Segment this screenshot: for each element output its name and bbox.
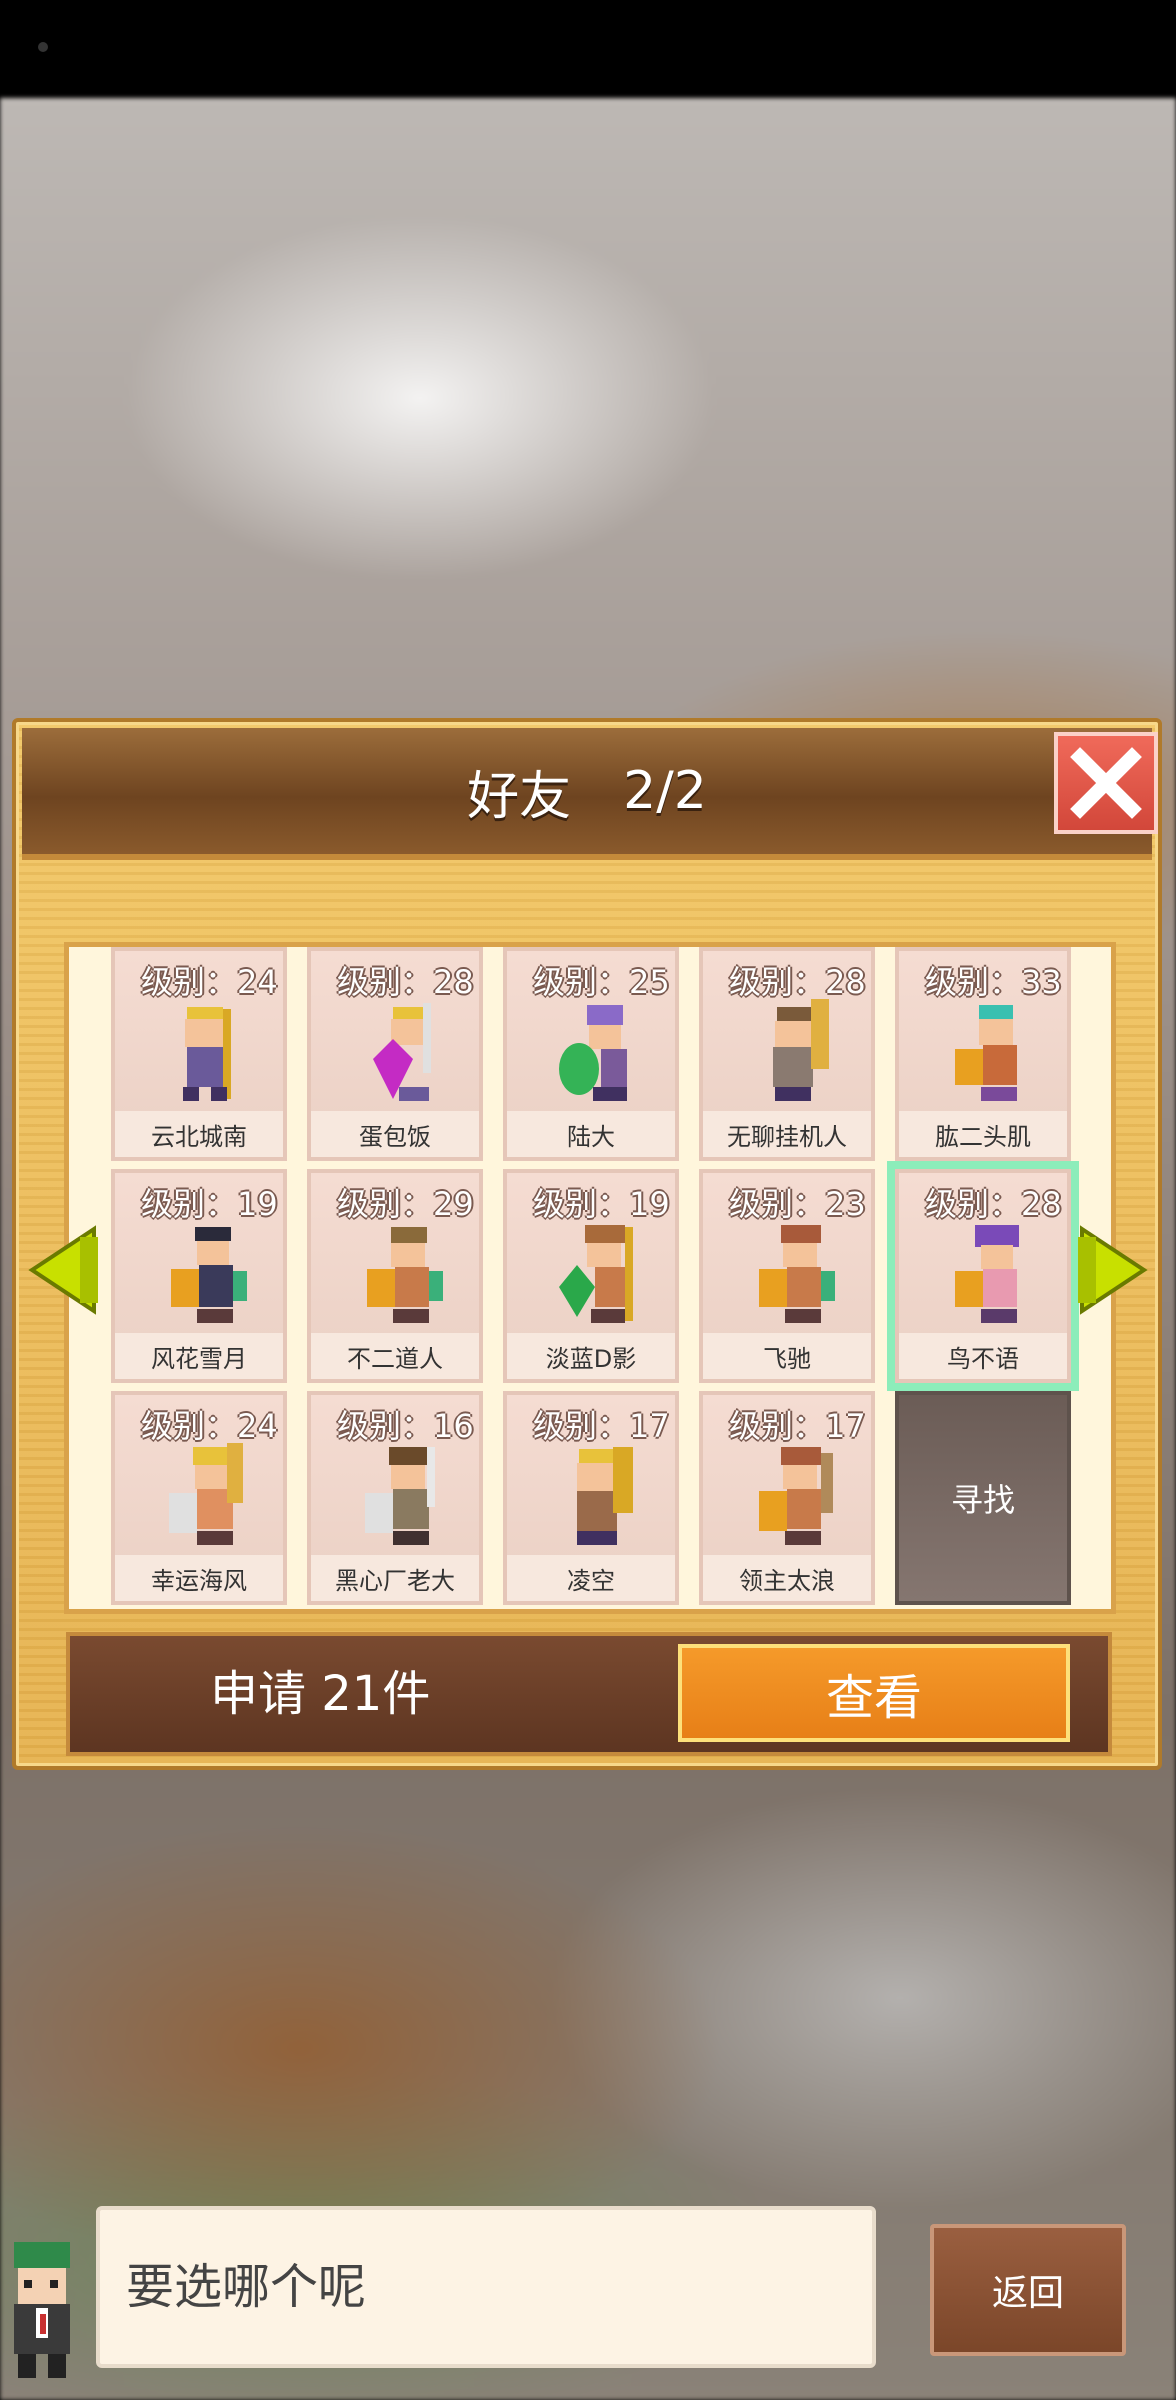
next-page-arrow-icon[interactable] xyxy=(1078,1225,1148,1315)
friend-level: 级别：25 xyxy=(533,963,670,1001)
friend-level: 级别：23 xyxy=(729,1185,866,1223)
friend-level: 级别：24 xyxy=(141,963,278,1001)
friend-name: 陆大 xyxy=(507,1111,675,1157)
friend-name: 黑心厂老大 xyxy=(311,1555,479,1601)
status-dot xyxy=(38,42,48,52)
find-friend-button[interactable]: 寻找 xyxy=(895,1391,1071,1605)
friend-name: 淡蓝D影 xyxy=(507,1333,675,1379)
friend-card[interactable]: 级别：24 幸运海风 xyxy=(111,1391,287,1605)
dialog-text: 要选哪个呢 xyxy=(126,2259,367,2315)
character-sprite-icon xyxy=(955,1225,1019,1323)
friend-level: 级别：16 xyxy=(337,1407,474,1445)
character-sprite-icon xyxy=(559,1005,627,1101)
friend-level: 级别：28 xyxy=(729,963,866,1001)
friend-name: 无聊挂机人 xyxy=(703,1111,871,1157)
character-sprite-icon xyxy=(169,1443,243,1545)
character-sprite-icon xyxy=(373,1003,431,1101)
page-indicator: 2/2 xyxy=(623,761,707,821)
back-button[interactable]: 返回 xyxy=(930,2224,1126,2356)
character-sprite-icon xyxy=(365,1447,435,1545)
friend-card-selected[interactable]: 级别：28 鸟不语 xyxy=(887,1161,1079,1391)
character-sprite-icon xyxy=(171,1227,247,1323)
friend-card[interactable]: 级别：17 凌空 xyxy=(503,1391,679,1605)
view-requests-button[interactable]: 查看 xyxy=(678,1644,1070,1742)
friend-name: 云北城南 xyxy=(115,1111,283,1157)
friend-level: 级别：28 xyxy=(337,963,474,1001)
friends-panel: 好友 2/2 级别：24 云北城南 级别：28 蛋包饭 级别：25 陆大 级别：… xyxy=(12,718,1162,1770)
friend-name: 不二道人 xyxy=(311,1333,479,1379)
status-bar xyxy=(0,0,1176,98)
close-button[interactable] xyxy=(1054,732,1158,834)
friend-card[interactable]: 级别：28 无聊挂机人 xyxy=(699,947,875,1161)
friend-level: 级别：28 xyxy=(925,1185,1062,1223)
request-bar: 申请 21件 查看 xyxy=(66,1632,1112,1756)
friend-name: 风花雪月 xyxy=(115,1333,283,1379)
friend-level: 级别：33 xyxy=(925,963,1062,1001)
friend-card[interactable]: 级别：19 风花雪月 xyxy=(111,1169,287,1383)
close-icon xyxy=(1070,747,1142,819)
friend-card[interactable]: 级别：19 淡蓝D影 xyxy=(503,1169,679,1383)
character-sprite-icon xyxy=(559,1225,633,1323)
title-bar: 好友 2/2 xyxy=(22,728,1152,860)
friend-level: 级别：24 xyxy=(141,1407,278,1445)
friend-name: 肱二头肌 xyxy=(899,1111,1067,1157)
friend-card[interactable]: 级别：29 不二道人 xyxy=(307,1169,483,1383)
friend-level: 级别：17 xyxy=(533,1407,670,1445)
find-label: 寻找 xyxy=(950,1481,1015,1519)
friend-level: 级别：19 xyxy=(141,1185,278,1223)
advisor-avatar-icon xyxy=(14,2242,70,2378)
friend-card[interactable]: 级别：23 飞驰 xyxy=(699,1169,875,1383)
character-sprite-icon xyxy=(759,1447,833,1545)
panel-title: 好友 2/2 xyxy=(22,728,1152,854)
dialog-footer: 要选哪个呢 返回 xyxy=(0,2198,1176,2400)
friend-name: 领主太浪 xyxy=(703,1555,871,1601)
friend-name: 幸运海风 xyxy=(115,1555,283,1601)
friend-name: 凌空 xyxy=(507,1555,675,1601)
friend-name: 蛋包饭 xyxy=(311,1111,479,1157)
friend-level: 级别：19 xyxy=(533,1185,670,1223)
friend-level: 级别：17 xyxy=(729,1407,866,1445)
character-sprite-icon xyxy=(183,1007,231,1101)
friend-name: 飞驰 xyxy=(703,1333,871,1379)
character-sprite-icon xyxy=(577,1447,633,1545)
friend-card[interactable]: 级别：28 蛋包饭 xyxy=(307,947,483,1161)
character-sprite-icon xyxy=(759,1225,835,1323)
friend-card[interactable]: 级别：17 领主太浪 xyxy=(699,1391,875,1605)
title-text: 好友 xyxy=(467,766,572,827)
dialog-box: 要选哪个呢 xyxy=(96,2206,876,2368)
friend-level: 级别：29 xyxy=(337,1185,474,1223)
friends-grid: 级别：24 云北城南 级别：28 蛋包饭 级别：25 陆大 级别：28 无聊挂机… xyxy=(64,942,1116,1614)
friend-card[interactable]: 级别：24 云北城南 xyxy=(111,947,287,1161)
friend-card[interactable]: 级别：33 肱二头肌 xyxy=(895,947,1071,1161)
friend-card[interactable]: 级别：25 陆大 xyxy=(503,947,679,1161)
friend-name: 鸟不语 xyxy=(899,1333,1067,1379)
request-count: 申请 21件 xyxy=(210,1666,431,1722)
character-sprite-icon xyxy=(367,1227,443,1323)
friend-card[interactable]: 级别：16 黑心厂老大 xyxy=(307,1391,483,1605)
prev-page-arrow-icon[interactable] xyxy=(28,1225,98,1315)
character-sprite-icon xyxy=(955,1005,1017,1101)
character-sprite-icon xyxy=(773,999,829,1101)
